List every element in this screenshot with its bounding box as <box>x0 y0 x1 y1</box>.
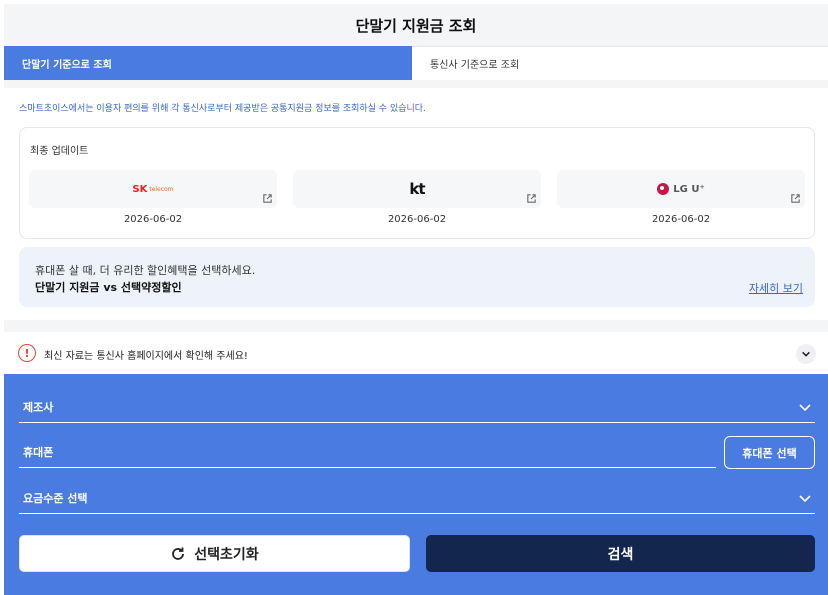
external-link-icon[interactable] <box>262 193 273 204</box>
alert-bar: ! 최신 자료는 통신사 홈페이지에서 확인해 주세요! <box>4 334 828 374</box>
plan-level-label: 요금수준 선택 <box>23 492 88 505</box>
promo-text: 휴대폰 살 때, 더 유리한 할인혜택을 선택하세요. <box>35 264 256 277</box>
chevron-down-icon <box>799 404 811 412</box>
carrier-date-kt: 2026-06-02 <box>387 214 447 225</box>
reset-label: 선택초기화 <box>194 546 259 563</box>
manufacturer-label: 제조사 <box>23 401 54 414</box>
skt-logo: SK telecom <box>132 183 174 195</box>
page-title: 단말기 지원금 조회 <box>355 16 477 35</box>
select-phone-button[interactable]: 휴대폰 선택 <box>724 436 815 469</box>
plan-level-select[interactable]: 요금수준 선택 <box>19 482 815 514</box>
details-link[interactable]: 자세히 보기 <box>749 280 803 296</box>
section-divider <box>4 320 828 332</box>
title-bar: 단말기 지원금 조회 <box>4 4 828 46</box>
alert-text: 최신 자료는 통신사 홈페이지에서 확인해 주세요! <box>44 351 248 362</box>
carrier-skt: SK telecom 2026-06-02 <box>29 170 277 225</box>
expand-toggle-button[interactable] <box>796 344 816 364</box>
carrier-date-lgu: 2026-06-02 <box>651 214 711 225</box>
chevron-down-icon <box>802 351 810 357</box>
search-panel: 제조사 휴대폰 휴대폰 선택 요금수준 선택 선택초기화 검색 <box>4 374 828 595</box>
phone-field[interactable]: 휴대폰 <box>19 436 716 468</box>
carrier-card-kt[interactable]: kt <box>293 170 541 208</box>
tab-by-carrier[interactable]: 통신사 기준으로 조회 <box>412 46 828 80</box>
carrier-kt: kt 2026-06-02 <box>293 170 541 225</box>
carrier-card-lgu[interactable]: LG U⁺ <box>557 170 805 208</box>
tab-bar: 단말기 기준으로 조회 통신사 기준으로 조회 <box>4 46 828 80</box>
last-update-box: 최종 업데이트 SK telecom 2026-06-02 kt 2026-06… <box>19 127 815 239</box>
search-button[interactable]: 검색 <box>426 535 815 572</box>
carrier-lgu: LG U⁺ 2026-06-02 <box>557 170 805 225</box>
alert-icon: ! <box>18 344 36 362</box>
reset-selection-button[interactable]: 선택초기화 <box>19 535 410 572</box>
lgu-logo: LG U⁺ <box>657 183 705 195</box>
manufacturer-select[interactable]: 제조사 <box>19 391 815 423</box>
tab-by-device[interactable]: 단말기 기준으로 조회 <box>4 46 412 80</box>
carrier-card-skt[interactable]: SK telecom <box>29 170 277 208</box>
phone-label: 휴대폰 <box>23 446 54 459</box>
external-link-icon[interactable] <box>790 193 801 204</box>
refresh-icon <box>172 547 185 560</box>
kt-logo: kt <box>409 180 425 198</box>
last-update-title: 최종 업데이트 <box>30 146 89 157</box>
info-notice: 스마트초이스에서는 이용자 편의를 위해 각 통신사로부터 제공받은 공통지원금… <box>19 104 426 114</box>
promo-heading: 단말기 지원금 vs 선택약정할인 <box>35 281 182 294</box>
chevron-down-icon <box>799 495 811 503</box>
section-divider <box>4 80 828 88</box>
lg-symbol-icon <box>657 183 670 195</box>
promo-banner: 휴대폰 살 때, 더 유리한 할인혜택을 선택하세요. 단말기 지원금 vs 선… <box>19 247 815 307</box>
carrier-date-skt: 2026-06-02 <box>123 214 183 225</box>
external-link-icon[interactable] <box>526 193 537 204</box>
